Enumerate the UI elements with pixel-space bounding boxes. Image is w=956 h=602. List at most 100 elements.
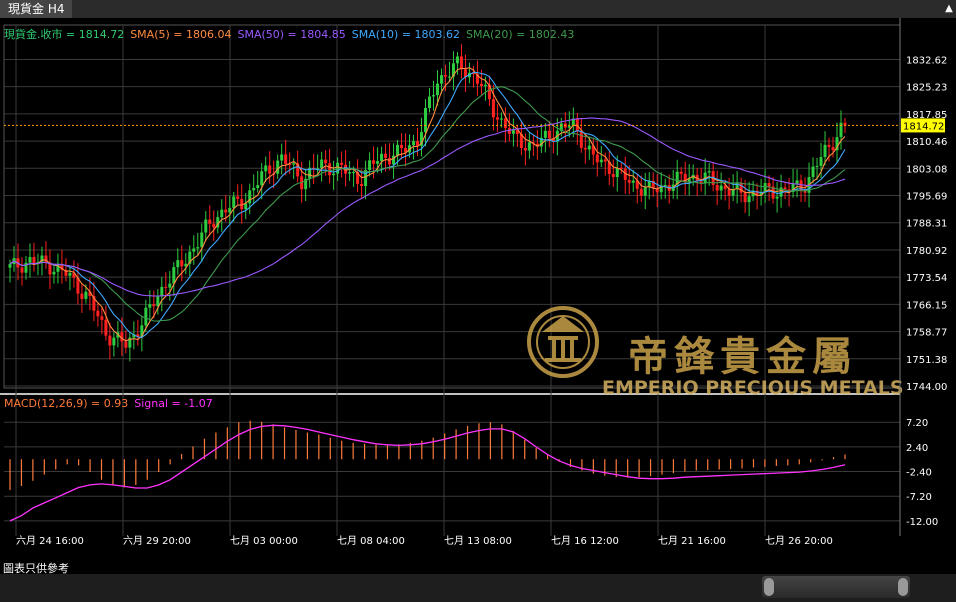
price-tick-label: 1795.69: [906, 192, 947, 203]
sma-lines: [9, 67, 846, 342]
candle-body: [172, 267, 176, 284]
candle-body: [499, 118, 503, 120]
scroll-thumb[interactable]: [762, 576, 910, 598]
candle-body: [176, 260, 180, 268]
price-tick-label: 1766.15: [906, 300, 947, 311]
candle-body: [827, 144, 831, 148]
candle-body: [236, 196, 240, 199]
brand-logo-col-1: [552, 340, 556, 358]
candle-body: [292, 163, 296, 165]
candle-body: [80, 293, 84, 299]
brand-logo-col-3: [570, 340, 574, 358]
candles-series: [8, 44, 847, 362]
candle-body: [108, 335, 112, 346]
candle-body: [643, 187, 647, 196]
sma5-line: [9, 67, 846, 342]
price-tick-label: 1744.00: [906, 382, 947, 393]
candle-body: [68, 272, 72, 276]
macd-tick-label: 2.40: [906, 443, 928, 454]
legend-macd-entry: MACD(12,26,9) = 0.93: [4, 397, 128, 410]
candle-body: [739, 182, 743, 193]
candle-body: [447, 76, 451, 78]
candle-body: [148, 304, 152, 308]
candle-body: [28, 256, 32, 263]
sma20-line: [9, 86, 846, 322]
candle-body: [603, 159, 607, 162]
candle-body: [320, 159, 324, 169]
price-chart-svg[interactable]: 帝鋒貴金屬 EMPERIO PRECIOUS METALS 1832.62 182…: [0, 18, 956, 558]
candle-body: [100, 316, 104, 320]
candle-body: [388, 157, 392, 165]
candle-body: [248, 190, 252, 204]
candle-body: [431, 95, 435, 97]
candle-body: [400, 144, 404, 149]
candle-body: [104, 319, 108, 336]
candle-body: [743, 192, 747, 203]
time-tick-label: 七月 08 04:00: [337, 535, 405, 547]
candle-body: [819, 157, 823, 166]
candle-body: [348, 172, 352, 174]
candle-body: [575, 118, 579, 131]
candle-body: [256, 185, 260, 189]
time-tick-label: 六月 29 20:00: [123, 535, 191, 547]
macd-pane: [9, 420, 846, 522]
brand-logo-col-2: [561, 340, 565, 358]
candle-body: [611, 174, 615, 178]
candle-body: [96, 310, 100, 317]
time-tick-label: 七月 03 00:00: [230, 535, 298, 547]
sma10-line: [9, 71, 846, 338]
brand-watermark-en: EMPERIO PRECIOUS METALS: [602, 377, 904, 399]
candle-body: [332, 173, 336, 176]
candle-body: [376, 161, 380, 164]
candle-body: [52, 271, 56, 275]
time-tick-label: 七月 16 12:00: [551, 535, 619, 547]
macd-tick-label: -7.20: [906, 492, 932, 503]
candle-body: [795, 180, 799, 184]
candle-body: [156, 296, 160, 307]
axes: 1832.621825.231817.851810.461803.081795.…: [4, 18, 947, 547]
candle-body: [112, 337, 116, 346]
candle-body: [360, 183, 364, 187]
candle-body: [595, 154, 599, 163]
macd-tick-label: -12.00: [906, 517, 938, 528]
candle-body: [631, 180, 635, 183]
time-tick-label: 七月 21 16:00: [658, 535, 726, 547]
candle-body: [144, 307, 148, 326]
scroll-right-handle[interactable]: [898, 578, 908, 596]
candle-body: [276, 160, 280, 174]
candle-body: [483, 84, 487, 87]
candle-body: [459, 56, 463, 70]
macd-tick-label: 7.20: [906, 418, 928, 429]
candle-body: [727, 188, 731, 196]
tab-scroll-up-icon[interactable]: ▲: [944, 0, 954, 18]
candle-body: [435, 83, 439, 96]
candle-body: [352, 172, 356, 174]
legend-main-entry: SMA(50) = 1804.85: [237, 28, 345, 41]
candle-body: [599, 159, 603, 163]
brand-watermark-cn: 帝鋒貴金屬: [628, 334, 858, 380]
price-tick-label: 1751.38: [906, 355, 947, 366]
candle-body: [160, 286, 164, 297]
candle-body: [8, 264, 12, 268]
candle-body: [32, 256, 36, 264]
candle-body: [180, 260, 184, 267]
brand-logo-pillar: [548, 336, 578, 340]
scroll-left-handle[interactable]: [764, 578, 774, 596]
macd-tick-label: -2.40: [906, 468, 932, 479]
tab-spot-gold-h4[interactable]: 現貨金 H4: [0, 0, 73, 18]
candle-body: [396, 144, 400, 156]
chart-area[interactable]: 帝鋒貴金屬 EMPERIO PRECIOUS METALS 1832.62 182…: [0, 18, 956, 558]
candle-body: [384, 153, 388, 158]
candle-body: [340, 162, 344, 165]
candle-body: [719, 185, 723, 191]
candle-body: [280, 154, 284, 161]
price-tick-label: 1825.23: [906, 83, 947, 94]
candle-body: [244, 203, 248, 210]
legend-main-entry: SMA(20) = 1802.43: [466, 28, 574, 41]
time-tick-label: 七月 13 08:00: [444, 535, 512, 547]
candle-body: [767, 183, 771, 187]
tab-bar: 現貨金 H4 ▲: [0, 0, 956, 18]
candle-body: [511, 130, 515, 134]
legend-macd: MACD(12,26,9) = 0.93 Signal = -1.07: [4, 397, 213, 410]
legend-main-entry: 現貨金.收市 = 1814.72: [4, 27, 124, 41]
